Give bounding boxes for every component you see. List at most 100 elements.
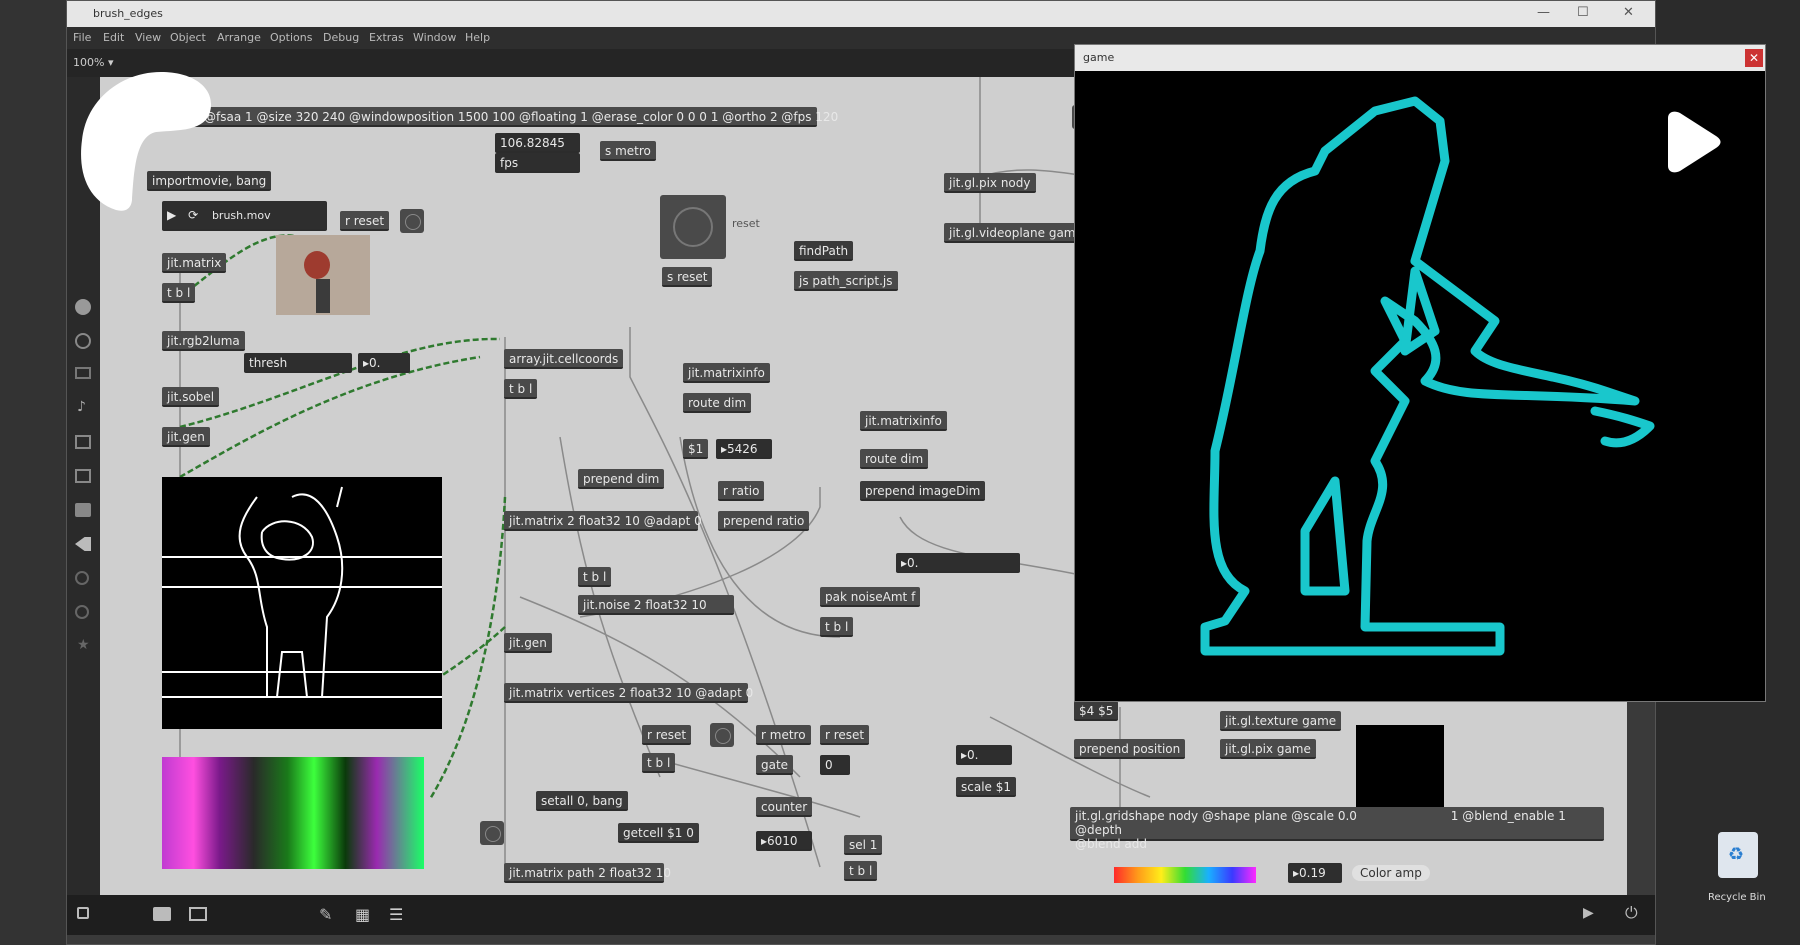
thresh-number[interactable]: ▸0. — [358, 353, 410, 373]
color-amp-number[interactable]: ▸0.19 — [1288, 863, 1342, 883]
fps-menu[interactable]: fps — [495, 153, 580, 173]
tag-icon[interactable] — [75, 503, 91, 517]
setall-message[interactable]: setall 0, bang — [536, 791, 628, 811]
position-message[interactable]: $4 $5 — [1074, 701, 1119, 721]
zero-number[interactable]: 0 — [820, 755, 850, 775]
blend-add-text: @blend add — [1075, 837, 1147, 851]
pak-noiseamt-object[interactable]: pak noiseAmt f — [820, 587, 921, 607]
prepend-ratio-object[interactable]: prepend ratio — [718, 511, 810, 531]
menu-debug[interactable]: Debug — [323, 31, 359, 44]
power-icon[interactable]: ⏻ — [1625, 903, 1638, 923]
zoom-menu[interactable]: 100% ▾ — [73, 56, 113, 69]
t-b-l-object-6[interactable]: t b l — [844, 861, 878, 881]
jit-noise-object[interactable]: jit.noise 2 float32 10 — [578, 595, 734, 615]
music-icon[interactable]: ♪ — [77, 399, 86, 415]
menu-file[interactable]: File — [73, 31, 91, 44]
t-b-l-object-4[interactable]: t b l — [820, 617, 854, 637]
jit-gl-pix-object[interactable]: jit.gl.pix game — [1220, 739, 1316, 759]
prepend-dim-object[interactable]: prepend dim — [578, 469, 665, 489]
menu-help[interactable]: Help — [465, 31, 490, 44]
s-reset-object[interactable]: s reset — [662, 267, 713, 287]
num-5426[interactable]: ▸5426 — [716, 439, 772, 459]
jit-gl-pix-nody-object[interactable]: jit.gl.pix nody — [944, 173, 1036, 193]
jit-matrixinfo-object[interactable]: jit.matrixinfo — [683, 363, 770, 383]
comment-bubble-icon[interactable] — [153, 907, 171, 921]
jit-sobel-object[interactable]: jit.sobel — [162, 387, 220, 407]
menu-arrange[interactable]: Arrange — [217, 31, 261, 44]
arrow-icon[interactable] — [75, 537, 91, 551]
gear-icon[interactable] — [75, 333, 91, 349]
counter-object[interactable]: counter — [756, 797, 813, 817]
route-dim-object-2[interactable]: route dim — [860, 449, 929, 469]
jit-world-object[interactable]: jit.world @fsaa 1 @size 320 240 @windowp… — [147, 107, 838, 127]
menu-extras[interactable]: Extras — [369, 31, 404, 44]
r-reset-object[interactable]: r reset — [340, 211, 390, 231]
jit-matrix-path-object[interactable]: jit.matrix path 2 float32 10 — [504, 863, 671, 883]
array-cellcoords-object[interactable]: array.jit.cellcoords — [504, 349, 624, 369]
jit-gen-object[interactable]: jit.gen — [162, 427, 210, 447]
jit-gl-gridshape-object[interactable]: jit.gl.gridshape nody @shape plane @scal… — [1070, 807, 1604, 851]
dollar1-message[interactable]: $1 — [683, 439, 709, 459]
jit-matrix-vertices-object[interactable]: jit.matrix vertices 2 float32 10 @adapt … — [504, 683, 753, 703]
close-button[interactable]: ✕ — [1623, 5, 1634, 20]
menu-edit[interactable]: Edit — [103, 31, 124, 44]
noise-number[interactable]: ▸0. — [896, 553, 1020, 573]
jit-matrix-object[interactable]: jit.matrix — [162, 253, 227, 273]
route-dim-object[interactable]: route dim — [683, 393, 752, 413]
image-icon[interactable] — [75, 469, 91, 483]
jit-gen-object-2[interactable]: jit.gen — [504, 633, 552, 653]
palette-icon[interactable] — [75, 299, 91, 315]
r-metro-object[interactable]: r metro — [756, 725, 811, 745]
comment-icon[interactable] — [75, 367, 91, 379]
r-reset-object-3[interactable]: r reset — [820, 725, 870, 745]
wrench-icon[interactable]: ✎ — [319, 905, 332, 924]
menu-window[interactable]: Window — [413, 31, 456, 44]
findpath-message[interactable]: findPath — [794, 241, 854, 261]
scale-message[interactable]: scale $1 — [956, 777, 1017, 797]
t-b-l-object-5[interactable]: t b l — [642, 753, 676, 773]
prepend-position-object[interactable]: prepend position — [1074, 739, 1186, 759]
noise-gradient — [162, 757, 424, 869]
lock-icon[interactable] — [77, 907, 89, 919]
bracket-icon[interactable] — [75, 435, 91, 449]
recycle-bin-icon[interactable]: ♻ — [1718, 832, 1758, 878]
circle-icon[interactable] — [75, 571, 89, 585]
menu-object[interactable]: Object — [170, 31, 206, 44]
star-icon[interactable]: ★ — [77, 637, 90, 653]
patcher-statusbar: ✎ ▦ ☰ ▶ ⏻ — [67, 895, 1655, 935]
t-b-l-object-2[interactable]: t b l — [504, 379, 538, 399]
bang-button-3[interactable] — [480, 821, 504, 845]
circle-icon-2[interactable] — [75, 605, 89, 619]
r-reset-object-2[interactable]: r reset — [642, 725, 692, 745]
color-picker[interactable] — [1114, 867, 1256, 883]
scale-number[interactable]: ▸0. — [956, 745, 1012, 765]
jit-gl-texture-object[interactable]: jit.gl.texture game — [1220, 711, 1342, 731]
menu-options[interactable]: Options — [270, 31, 312, 44]
fps-number[interactable]: 106.82845 — [495, 133, 580, 153]
menu-view[interactable]: View — [135, 31, 161, 44]
jit-matrixinfo-object-2[interactable]: jit.matrixinfo — [860, 411, 947, 431]
s-metro-object[interactable]: s metro — [600, 141, 656, 161]
minimize-button[interactable]: — — [1537, 5, 1550, 20]
prepend-imagedim-message[interactable]: prepend imageDim — [860, 481, 986, 501]
num-6010[interactable]: ▸6010 — [756, 831, 812, 851]
play-circle-icon[interactable]: ▶ — [1583, 905, 1594, 921]
sel-1-object[interactable]: sel 1 — [844, 835, 883, 855]
maximize-button[interactable]: ☐ — [1577, 5, 1589, 20]
bang-button-2[interactable] — [710, 723, 734, 747]
getcell-message[interactable]: getcell $1 0 — [618, 823, 699, 843]
list-icon[interactable]: ☰ — [389, 905, 403, 924]
jit-matrix-2-object[interactable]: jit.matrix 2 float32 10 @adapt 0 — [504, 511, 702, 531]
game-close-button[interactable]: ✕ — [1745, 49, 1763, 67]
play-overlay-icon[interactable] — [1660, 110, 1722, 174]
gate-object[interactable]: gate — [756, 755, 794, 775]
js-path-script-object[interactable]: js path_script.js — [794, 271, 898, 291]
r-ratio-object[interactable]: r ratio — [718, 481, 765, 501]
bang-button[interactable] — [400, 209, 424, 233]
jit-rgb2luma-object[interactable]: jit.rgb2luma — [162, 331, 245, 351]
reset-button[interactable] — [660, 195, 726, 259]
grid-icon[interactable]: ▦ — [355, 905, 370, 924]
t-b-l-object[interactable]: t b l — [162, 283, 196, 303]
window-stack-icon[interactable] — [189, 907, 207, 921]
t-b-l-object-3[interactable]: t b l — [578, 567, 612, 587]
